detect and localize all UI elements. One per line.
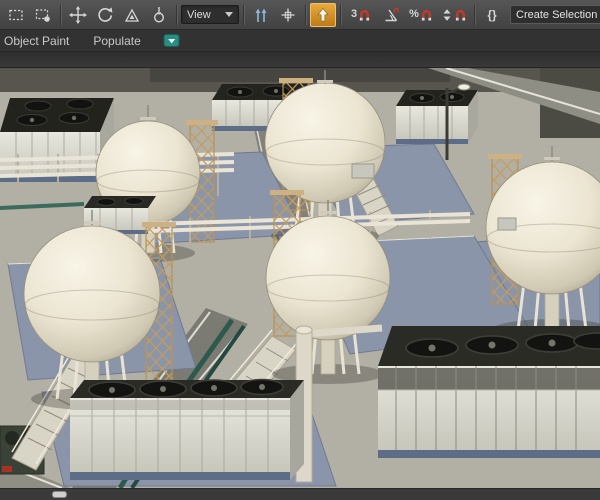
spinner-snap-button[interactable] — [438, 3, 470, 27]
chevron-down-icon — [225, 12, 233, 17]
ribbon-collapsed-strip — [0, 52, 600, 68]
rectangular-selection-region-button[interactable] — [3, 3, 29, 27]
tab-populate-label: Populate — [93, 33, 141, 48]
use-pivot-center-icon — [255, 8, 267, 22]
keyboard-override-toggle-icon — [317, 7, 329, 21]
select-and-rotate-icon — [98, 6, 113, 22]
percent-snap-icon — [421, 9, 431, 21]
spinner-snap-magnet-icon — [455, 9, 466, 21]
ribbon-tab-bar: Object Paint Populate — [0, 30, 600, 52]
select-and-scale-icon — [124, 8, 140, 22]
use-pivot-center-button[interactable] — [248, 3, 274, 27]
select-and-scale-button[interactable] — [119, 3, 145, 27]
populate-flyout-icon — [163, 34, 180, 47]
bottom-strip — [0, 488, 600, 500]
tab-populate[interactable]: Populate — [81, 30, 152, 51]
3dsmax-window: View 3 % {} Create Selection Set Object … — [0, 0, 600, 500]
populate-flyout-button[interactable] — [163, 33, 181, 48]
rectangular-selection-region-icon — [9, 9, 23, 20]
spinner-snap-icon — [443, 8, 451, 21]
statusbar-handle[interactable] — [52, 491, 67, 498]
select-and-rotate-button[interactable] — [92, 3, 118, 27]
percent-snap-label: % — [409, 8, 419, 20]
viewport[interactable] — [0, 68, 600, 488]
selection-set-input[interactable] — [511, 8, 600, 21]
angle-snap-icon — [385, 7, 399, 21]
percent-snap-button[interactable]: % — [405, 3, 437, 27]
tab-object-paint-label: Object Paint — [4, 33, 70, 48]
snap-3d-label: 3 — [350, 8, 358, 20]
paint-selection-region-icon — [35, 8, 50, 22]
toolbar-separator — [176, 4, 177, 25]
select-and-place-button[interactable] — [146, 3, 172, 27]
scene-industrial-plant — [0, 68, 600, 488]
select-and-manipulate-icon — [281, 8, 295, 21]
select-and-place-icon — [153, 6, 165, 23]
select-and-move-button[interactable] — [65, 3, 91, 27]
toolbar-separator — [340, 4, 341, 25]
toolbar-separator — [474, 4, 475, 25]
toolbar-separator — [305, 4, 306, 25]
reference-coordinate-dropdown[interactable]: View — [181, 5, 239, 24]
toolbar-separator — [60, 4, 61, 25]
keyboard-override-toggle-button[interactable] — [310, 2, 336, 27]
named-selection-sets-icon: {} — [487, 7, 497, 22]
tab-object-paint[interactable]: Object Paint — [0, 30, 81, 51]
selection-set-combobox[interactable] — [510, 5, 600, 24]
named-selection-sets-button[interactable]: {} — [479, 3, 505, 27]
main-toolbar: View 3 % {} Create Selection Set — [0, 0, 600, 30]
cooling-tower-bank-right[interactable] — [396, 90, 478, 144]
snap-toggle-3d-icon — [359, 9, 370, 21]
toolbar-separator — [243, 4, 244, 25]
angle-snap-button[interactable] — [378, 3, 404, 27]
select-and-manipulate-button[interactable] — [275, 3, 301, 27]
paint-selection-region-button[interactable] — [30, 3, 56, 27]
select-and-move-icon — [69, 5, 87, 24]
cooling-tower-bank-bottom-right[interactable] — [378, 326, 600, 458]
cooling-tower-bank-bottom-center[interactable] — [70, 378, 304, 481]
snap-toggle-3d-button[interactable]: 3 — [345, 3, 377, 27]
reference-coordinate-value: View — [187, 8, 211, 21]
